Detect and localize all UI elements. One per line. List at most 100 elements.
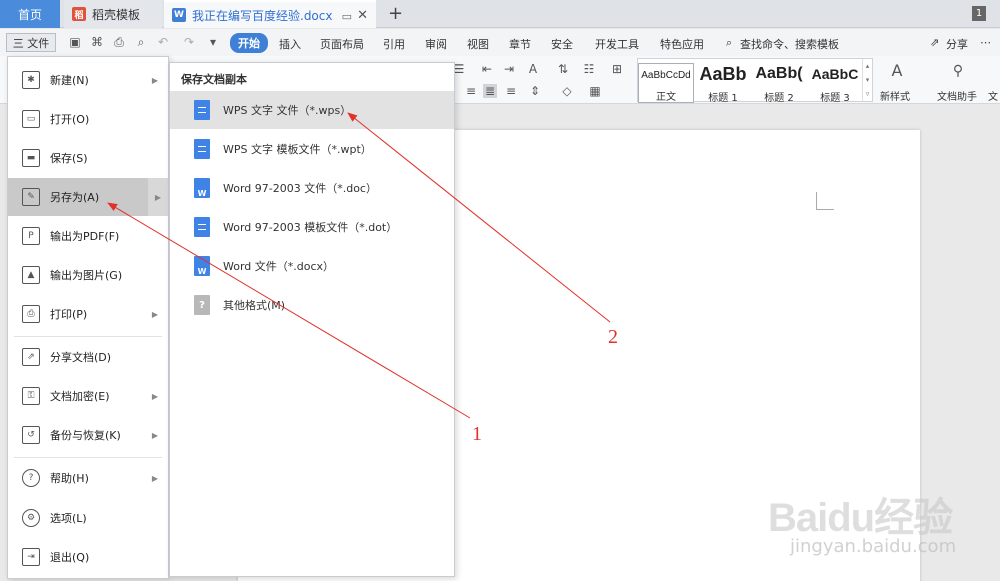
save-as-other[interactable]: ? 其他格式(M) [170,286,454,324]
file-menu-new-label: 新建(N) [50,74,89,87]
redo-icon[interactable]: ↷ [182,35,196,49]
file-menu-help[interactable]: ? 帮助(H) ▶ [8,459,168,497]
help-icon: ? [22,469,40,487]
file-menu-save-as-label: 另存为(A) [50,191,100,204]
table-icon[interactable]: ⊞ [610,62,624,76]
spacing-icon[interactable]: ⇕ [528,84,542,98]
style-heading-3[interactable]: AaBbC 标题 3 [807,63,863,104]
undo-icon[interactable]: ↶ [156,35,170,49]
sort-icon[interactable]: ⇅ [556,62,570,76]
save-as-wpt[interactable]: WPS 文字 模板文件（*.wpt） [170,130,454,168]
save-icon: ▬ [22,149,40,167]
close-icon[interactable]: ✕ [357,8,368,23]
file-menu-export-image[interactable]: ▲ 输出为图片(G) [8,256,168,294]
chevron-right-icon: ▶ [151,473,158,483]
tab-document[interactable]: W 我正在编写百度经验.docx ▭ ✕ [164,0,376,28]
new-style-button[interactable]: 新样式 [880,88,910,103]
ribbon-tab-security[interactable]: 安全 [551,36,573,52]
tab-templates[interactable]: 稻 稻壳模板 [64,0,162,28]
ribbon-tab-references[interactable]: 引用 [383,36,405,52]
save-icon[interactable]: ▣ [68,35,82,49]
save-as-other-label: 其他格式(M) [223,299,286,312]
more-icon[interactable]: ⋯ [980,36,991,49]
ribbon-tab-page-layout[interactable]: 页面布局 [320,36,364,52]
style-heading-1[interactable]: AaBb 标题 1 [695,63,751,104]
file-menu-share[interactable]: ⇗ 分享文档(D) [8,338,168,376]
ribbon-tab-special[interactable]: 特色应用 [660,36,704,52]
distribute-icon[interactable]: ≡ [504,84,518,98]
print-icon[interactable]: ⎙ [112,35,126,49]
command-search[interactable]: 查找命令、搜索模板 [740,36,839,52]
file-menu-print[interactable]: ⎙ 打印(P) ▶ [8,295,168,333]
unknown-file-icon: ? [194,295,210,315]
doc-assistant-icon: ⚲ [952,63,964,79]
decrease-indent-icon[interactable]: ⇤ [480,62,494,76]
ribbon-tab-insert[interactable]: 插入 [279,36,301,52]
file-menu-options[interactable]: ⚙ 选项(L) [8,499,168,537]
print-preview-icon[interactable]: ⌕ [134,35,148,49]
file-menu-open[interactable]: ▭ 打开(O) [8,100,168,138]
justify-icon[interactable]: ≣ [483,84,497,98]
file-menu-encrypt-label: 文档加密(E) [50,390,110,403]
styles-gallery: AaBbCcDd 正文 AaBb 标题 1 AaBb( 标题 2 AaBbC 标… [637,58,873,104]
ribbon-tab-developer[interactable]: 开发工具 [595,36,639,52]
customize-icon[interactable]: ▾ [206,35,220,49]
share-button[interactable]: 分享 [946,36,968,52]
tab-home[interactable]: 首页 [0,0,60,28]
backup-icon: ↺ [22,426,40,444]
word-file-icon: W [194,256,210,276]
file-menu-export-pdf-label: 输出为PDF(F) [50,230,120,243]
wps-file-icon [194,100,210,120]
baidu-watermark-url: jingyan.baidu.com [790,536,957,557]
style-heading-1-name: 标题 1 [708,93,738,104]
save-as-doc-label: Word 97-2003 文件（*.doc） [223,182,377,195]
border-icon[interactable]: ▦ [588,84,602,98]
shading-icon[interactable]: ◇ [560,84,574,98]
ribbon-tab-chapter[interactable]: 章节 [509,36,531,52]
ribbon-tab-home[interactable]: 开始 [230,33,268,53]
save-as-wpt-label: WPS 文字 模板文件（*.wpt） [223,143,372,156]
image-icon: ▲ [22,266,40,284]
save-as-dot[interactable]: Word 97-2003 模板文件（*.dot） [170,208,454,246]
add-tab-button[interactable]: + [388,3,403,24]
file-menu-save-as[interactable]: ✎ 另存为(A) ▶ [8,178,168,216]
file-menu-export-image-label: 输出为图片(G) [50,269,123,282]
file-menu-backup[interactable]: ↺ 备份与恢复(K) ▶ [8,416,168,454]
file-menu-export-pdf[interactable]: P 输出为PDF(F) [8,217,168,255]
save-as-docx[interactable]: W Word 文件（*.docx） [170,247,454,285]
styles-scroll[interactable]: ▴ ▾ ▿ [862,59,872,101]
style-heading-2[interactable]: AaBb( 标题 2 [751,63,807,104]
file-menu-save-label: 保存(S) [50,152,88,165]
file-menu-encrypt[interactable]: ⚿ 文档加密(E) ▶ [8,377,168,415]
file-menu-new[interactable]: ✱ 新建(N) ▶ [8,61,168,99]
ribbon-tab-review[interactable]: 审阅 [425,36,447,52]
save-as-wps[interactable]: WPS 文字 文件（*.wps） [170,91,454,129]
ribbon-overflow-label[interactable]: 文 [988,88,998,103]
format-painter-icon[interactable]: ⌘ [90,35,104,49]
wps-writer-icon: W [172,8,186,22]
save-as-submenu: 保存文档副本 WPS 文字 文件（*.wps） WPS 文字 模板文件（*.wp… [169,62,455,577]
file-menu-exit[interactable]: ⇥ 退出(Q) [8,538,168,576]
file-menu-separator [14,457,162,458]
pin-icon[interactable]: ▭ [342,10,352,23]
chevron-right-icon: ▶ [151,75,158,85]
lock-doc-icon: ⚿ [22,387,40,405]
style-normal[interactable]: AaBbCcDd 正文 [638,63,694,103]
align-left-icon[interactable]: ≡ [464,84,478,98]
doc-assistant-button[interactable]: 文档助手 [937,88,977,103]
increase-indent-icon[interactable]: ⇥ [502,62,516,76]
search-icon: ⌕ [726,36,733,49]
line-spacing-icon[interactable]: ☷ [582,62,596,76]
save-as-doc[interactable]: W Word 97-2003 文件（*.doc） [170,169,454,207]
save-as-docx-label: Word 文件（*.docx） [223,260,335,273]
text-direction-icon[interactable]: A [526,62,540,76]
margin-corner-mark [816,192,834,210]
style-normal-name: 正文 [656,92,676,103]
file-menu-save[interactable]: ▬ 保存(S) [8,139,168,177]
wpt-file-icon [194,139,210,159]
menu-row: 三 文件 ▣ ⌘ ⎙ ⌕ ↶ ↷ ▾ 开始 插入 页面布局 引用 审阅 视图 章… [0,29,1000,56]
file-menu-button[interactable]: 三 文件 [6,33,56,52]
window-count-badge[interactable]: 1 [972,6,986,21]
ribbon-tab-view[interactable]: 视图 [467,36,489,52]
style-normal-sample: AaBbCcDd [641,70,691,81]
